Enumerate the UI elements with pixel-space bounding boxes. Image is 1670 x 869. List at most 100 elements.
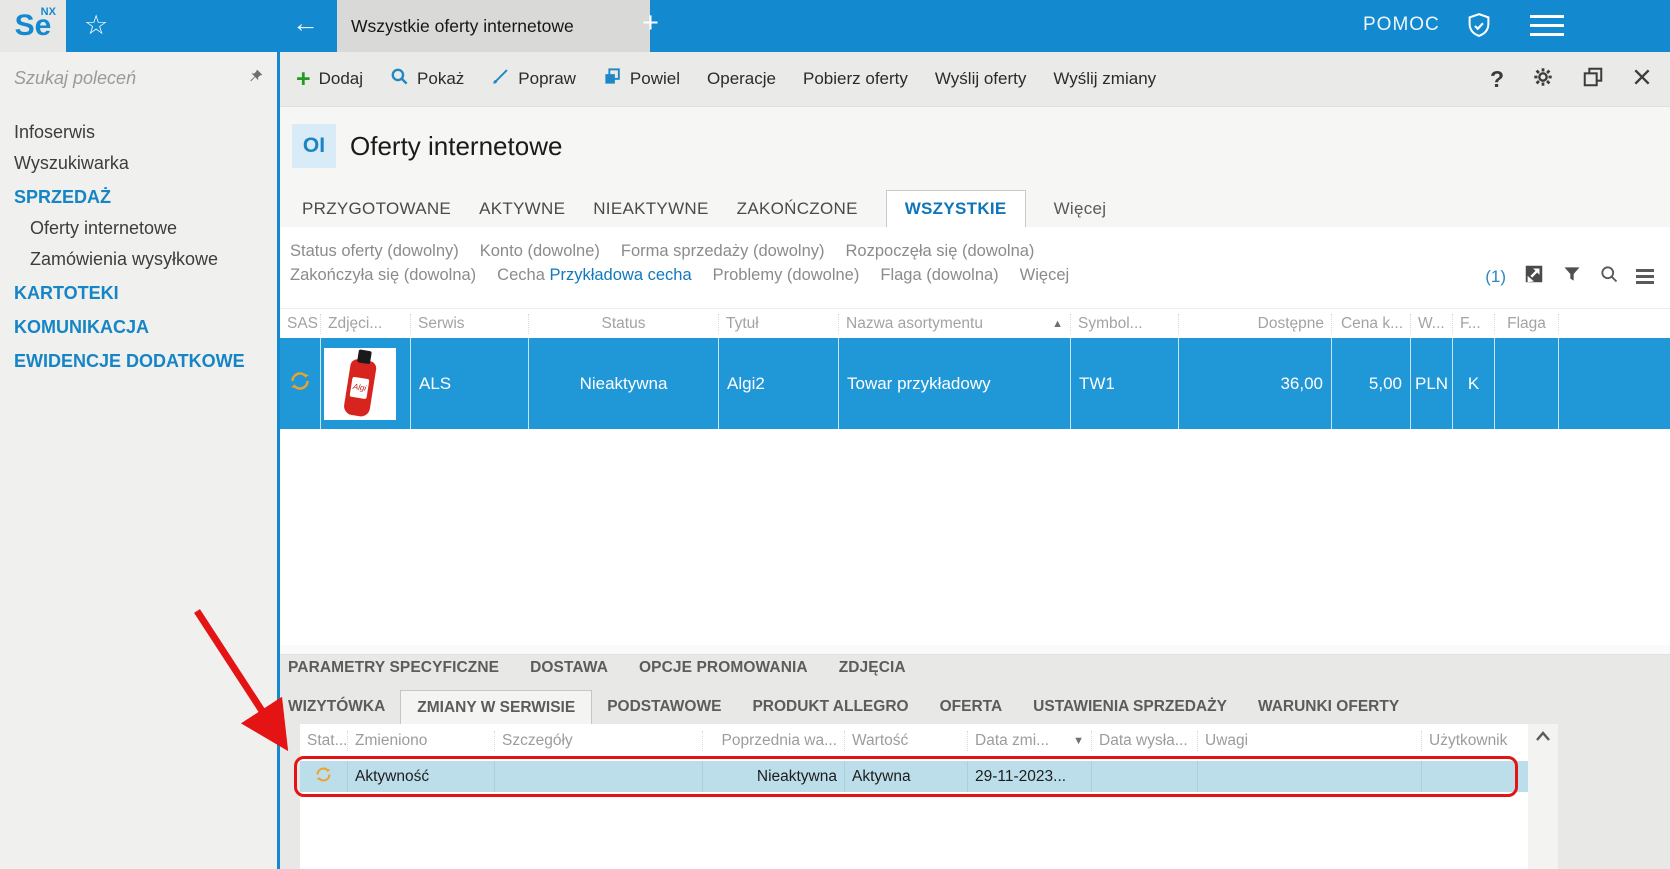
ccol-zmieniono[interactable]: Zmieniono: [348, 730, 495, 751]
filter-rozpoczela[interactable]: Rozpoczęła się (dowolna): [846, 242, 1035, 261]
dtab-wizytowka[interactable]: WIZYTÓWKA: [288, 698, 385, 716]
dtab-oferta[interactable]: OFERTA: [940, 698, 1003, 716]
filter-status[interactable]: Status oferty (dowolny): [290, 242, 459, 261]
search-input[interactable]: [12, 67, 231, 90]
offer-photo-cell: Algi: [321, 338, 411, 429]
ccol-data-zmiany[interactable]: Data zmi... ▼: [968, 730, 1092, 751]
filter-forma[interactable]: Forma sprzedaży (dowolny): [621, 242, 825, 261]
operations-button[interactable]: Operacje: [707, 69, 776, 89]
col-flaga[interactable]: Flaga: [1495, 313, 1559, 334]
col-waluta[interactable]: W...: [1411, 313, 1453, 334]
ccol-szczegoly[interactable]: Szczegóły: [495, 730, 703, 751]
dtab-opcje-promowania[interactable]: OPCJE PROMOWANIA: [639, 659, 808, 677]
change-data-zmiany-cell: 29-11-2023...: [968, 761, 1092, 792]
dtab-dostawa[interactable]: DOSTAWA: [530, 659, 608, 677]
sidebar-section-sprzedaz[interactable]: SPRZEDAŻ: [0, 179, 277, 213]
offer-nazwa-cell: Towar przykładowy: [839, 338, 1071, 429]
col-zdjecia[interactable]: Zdjęci...: [321, 313, 411, 334]
new-tab-icon[interactable]: +: [642, 7, 659, 40]
filter-cecha[interactable]: Cecha Przykładowa cecha: [497, 266, 691, 285]
col-tytul[interactable]: Tytuł: [719, 313, 839, 334]
filter-flaga[interactable]: Flaga (dowolna): [880, 266, 998, 285]
ccol-uzytkownik[interactable]: Użytkownik: [1422, 731, 1528, 751]
filter-more[interactable]: Więcej: [1020, 266, 1070, 285]
col-cena[interactable]: Cena k...: [1332, 313, 1411, 334]
filter-konto[interactable]: Konto (dowolne): [480, 242, 600, 261]
search-icon: [390, 67, 409, 91]
tab-zakonczone[interactable]: ZAKOŃCZONE: [737, 199, 858, 219]
ccol-poprzednia[interactable]: Poprzednia wa...: [703, 730, 845, 751]
duplicate-button[interactable]: Powiel: [603, 67, 680, 91]
col-symbol[interactable]: Symbol...: [1071, 313, 1179, 334]
operations-label: Operacje: [707, 69, 776, 88]
back-arrow-icon[interactable]: ←: [292, 8, 319, 39]
changes-grid-scrollbar[interactable]: [1528, 724, 1558, 869]
col-nazwa-asortymentu[interactable]: Nazwa asortymentu ▲: [839, 313, 1071, 334]
offer-waluta-cell: PLN: [1411, 338, 1453, 429]
sidebar-section-ewidencje-dodatkowe[interactable]: EWIDENCJE DODATKOWE: [0, 343, 277, 377]
help-menu[interactable]: POMOC: [1363, 14, 1440, 36]
topbar: Se NX ☆ ← Wszystkie oferty internetowe + …: [0, 0, 1670, 52]
grid-menu-icon[interactable]: [1636, 269, 1654, 284]
filter-problemy[interactable]: Problemy (dowolne): [713, 266, 860, 285]
sidebar-section-komunikacja[interactable]: KOMUNIKACJA: [0, 309, 277, 343]
tab-wszystkie[interactable]: WSZYSTKIE: [885, 190, 1026, 227]
module-badge: OI: [292, 124, 336, 168]
col-sas[interactable]: SAS: [280, 313, 321, 334]
edit-button[interactable]: Popraw: [491, 67, 576, 91]
sidebar-item-oferty-internetowe[interactable]: Oferty internetowe: [0, 213, 277, 244]
col-dostepne[interactable]: Dostępne: [1179, 313, 1332, 334]
ccol-uwagi[interactable]: Uwagi: [1198, 730, 1422, 751]
pin-icon[interactable]: [247, 67, 265, 90]
cascade-windows-icon[interactable]: [1582, 66, 1604, 93]
close-icon[interactable]: [1632, 67, 1652, 92]
sidebar-section-kartoteki[interactable]: KARTOTEKI: [0, 275, 277, 309]
ccol-stat[interactable]: Stat...: [300, 730, 348, 751]
sidebar-item-zamowienia-wysylkowe[interactable]: Zamówienia wysyłkowe: [0, 244, 277, 275]
menu-icon[interactable]: [1530, 15, 1564, 36]
command-search[interactable]: [0, 52, 277, 105]
fetch-offers-button[interactable]: Pobierz oferty: [803, 69, 908, 89]
col-status[interactable]: Status: [529, 313, 719, 334]
change-row-highlighted[interactable]: Aktywność Nieaktywna Aktywna 29-11-2023.…: [300, 761, 1528, 792]
show-button[interactable]: Pokaż: [390, 67, 464, 91]
document-tab[interactable]: Wszystkie oferty internetowe: [337, 0, 650, 52]
dtab-produkt-allegro[interactable]: PRODUKT ALLEGRO: [752, 698, 908, 716]
dtab-podstawowe[interactable]: PODSTAWOWE: [607, 698, 721, 716]
tab-nieaktywne[interactable]: NIEAKTYWNE: [593, 199, 708, 219]
grid-search-icon[interactable]: [1599, 264, 1619, 289]
col-f[interactable]: F...: [1453, 313, 1495, 334]
tab-more[interactable]: Więcej: [1054, 199, 1107, 219]
send-offers-button[interactable]: Wyślij oferty: [935, 69, 1026, 89]
filter-cecha-value[interactable]: Przykładowa cecha: [549, 266, 691, 284]
sidebar-item-wyszukiwarka[interactable]: Wyszukiwarka: [0, 148, 277, 179]
tab-aktywne[interactable]: AKTYWNE: [479, 199, 565, 219]
export-icon[interactable]: [1523, 263, 1545, 290]
send-changes-button[interactable]: Wyślij zmiany: [1053, 69, 1156, 89]
shield-check-icon[interactable]: [1464, 11, 1494, 46]
filter-funnel-icon[interactable]: [1562, 264, 1582, 289]
tab-przygotowane[interactable]: PRZYGOTOWANE: [302, 199, 451, 219]
col-serwis[interactable]: Serwis: [411, 313, 529, 334]
ccol-wartosc[interactable]: Wartość: [845, 730, 968, 751]
dtab-parametry-specyficzne[interactable]: PARAMETRY SPECYFICZNE: [288, 659, 499, 677]
star-icon[interactable]: ☆: [84, 10, 108, 41]
changes-grid: Stat... Zmieniono Szczegóły Poprzednia w…: [300, 724, 1528, 869]
panel-splitter[interactable]: [280, 645, 1670, 655]
dtab-ustawienia-sprzedazy[interactable]: USTAWIENIA SPRZEDAŻY: [1033, 698, 1227, 716]
settings-gear-icon[interactable]: [1532, 66, 1554, 93]
app-logo[interactable]: Se NX: [0, 0, 66, 52]
sidebar-item-infoserwis[interactable]: Infoserwis: [0, 117, 277, 148]
filter-zakonczyla[interactable]: Zakończyła się (dowolna): [290, 266, 476, 285]
add-button[interactable]: + Dodaj: [296, 66, 363, 92]
filter-cecha-label: Cecha: [497, 266, 545, 284]
help-icon[interactable]: ?: [1490, 66, 1504, 93]
dtab-warunki-oferty[interactable]: WARUNKI OFERTY: [1258, 698, 1399, 716]
scroll-up-icon[interactable]: [1535, 730, 1551, 742]
dtab-zdjecia[interactable]: ZDJĘCIA: [839, 659, 906, 677]
dtab-zmiany-w-serwisie[interactable]: ZMIANY W SERWISIE: [400, 690, 593, 724]
change-uwagi-cell: [1198, 761, 1422, 792]
ccol-data-wyslania[interactable]: Data wysła...: [1092, 730, 1198, 751]
offer-row-selected[interactable]: Algi ALS Nieaktywna Algi2 Towar przykład…: [280, 338, 1670, 429]
sidebar: Infoserwis Wyszukiwarka SPRZEDAŻ Oferty …: [0, 52, 277, 869]
